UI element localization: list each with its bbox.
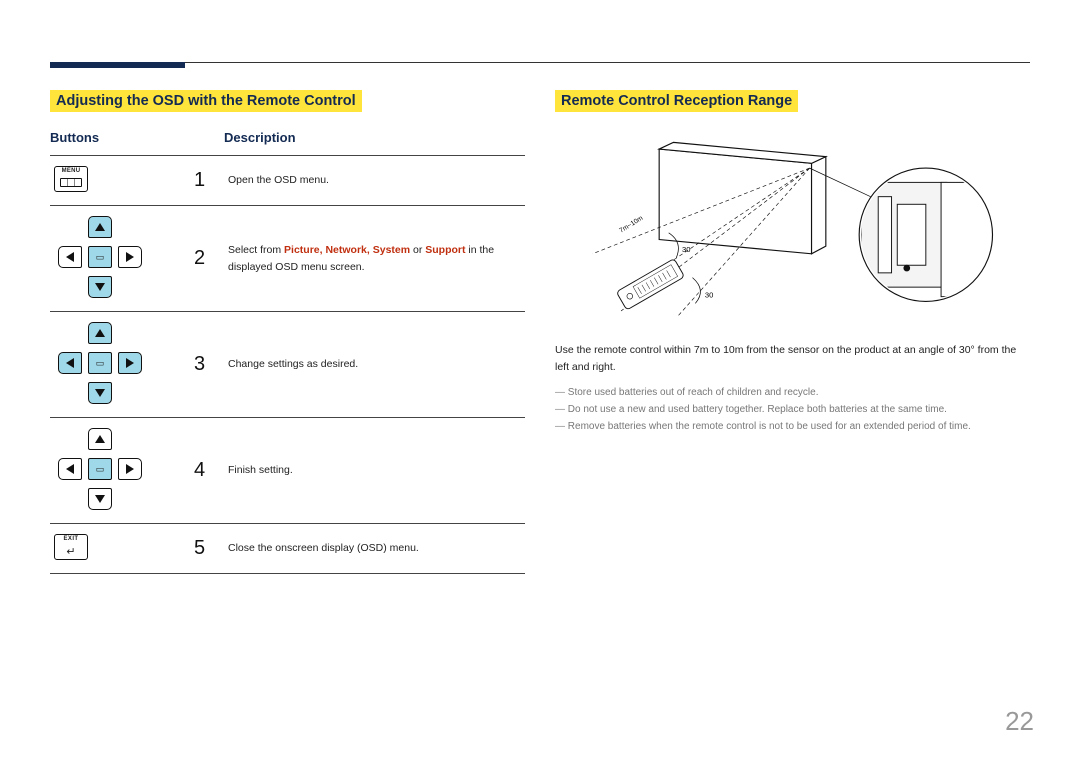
step-number: 5 (190, 524, 224, 574)
dpad-up-icon (88, 216, 112, 238)
dpad-right-icon (118, 246, 142, 268)
top-accent-bar (50, 62, 185, 68)
dpad-left-icon (58, 352, 82, 374)
angle-label: 30 (682, 245, 690, 254)
manual-page: Adjusting the OSD with the Remote Contro… (0, 0, 1080, 763)
col-header-spacer (190, 126, 224, 156)
list-item: Store used batteries out of reach of chi… (555, 384, 1030, 401)
table-row: 1 Open the OSD menu. (50, 156, 525, 206)
table-row: ▭ 2 Select from Picture, Network, System… (50, 206, 525, 312)
dpad-ok-icon: ▭ (88, 352, 112, 374)
top-horizontal-rule (50, 62, 1030, 63)
section-title-range: Remote Control Reception Range (555, 90, 798, 112)
step-description: Select from Picture, Network, System or … (224, 206, 525, 312)
dpad-down-icon (88, 382, 112, 404)
reception-range-diagram: 30 30 7m~10m (555, 130, 1030, 330)
dpad-ok-icon: ▭ (88, 458, 112, 480)
section-title-osd: Adjusting the OSD with the Remote Contro… (50, 90, 362, 112)
dpad-icon: ▭ (54, 428, 146, 510)
menu-button-icon (54, 166, 88, 192)
angle-label: 30 (705, 291, 713, 300)
list-item: Do not use a new and used battery togeth… (555, 401, 1030, 418)
dpad-right-icon (118, 352, 142, 374)
table-row: ▭ 3 Change settings as desired. (50, 312, 525, 418)
step-number: 4 (190, 418, 224, 524)
notes-list: Store used batteries out of reach of chi… (555, 384, 1030, 435)
dpad-icon: ▭ (54, 216, 146, 298)
dpad-left-icon (58, 458, 82, 480)
step-description: Open the OSD menu. (224, 156, 525, 206)
distance-label: 7m~10m (618, 215, 644, 235)
exit-button-icon (54, 534, 88, 560)
right-column: Remote Control Reception Range (555, 90, 1030, 574)
osd-steps-table: Buttons Description 1 Open the OSD menu. (50, 126, 525, 574)
table-row: ▭ 4 Finish setting. (50, 418, 525, 524)
dpad-ok-icon: ▭ (88, 246, 112, 268)
left-column: Adjusting the OSD with the Remote Contro… (50, 90, 525, 574)
dpad-up-icon (88, 322, 112, 344)
dpad-up-icon (88, 428, 112, 450)
step-description: Close the onscreen display (OSD) menu. (224, 524, 525, 574)
dpad-down-icon (88, 276, 112, 298)
step-number: 2 (190, 206, 224, 312)
table-row: 5 Close the onscreen display (OSD) menu. (50, 524, 525, 574)
dpad-icon: ▭ (54, 322, 146, 404)
range-paragraph: Use the remote control within 7m to 10m … (555, 342, 1030, 376)
step-number: 1 (190, 156, 224, 206)
dpad-right-icon (118, 458, 142, 480)
step-number: 3 (190, 312, 224, 418)
two-column-layout: Adjusting the OSD with the Remote Contro… (50, 90, 1030, 574)
col-header-description: Description (224, 126, 525, 156)
dpad-left-icon (58, 246, 82, 268)
step-description: Change settings as desired. (224, 312, 525, 418)
page-number: 22 (1005, 706, 1034, 737)
col-header-buttons: Buttons (50, 126, 190, 156)
step-description: Finish setting. (224, 418, 525, 524)
dpad-down-icon (88, 488, 112, 510)
list-item: Remove batteries when the remote control… (555, 418, 1030, 435)
